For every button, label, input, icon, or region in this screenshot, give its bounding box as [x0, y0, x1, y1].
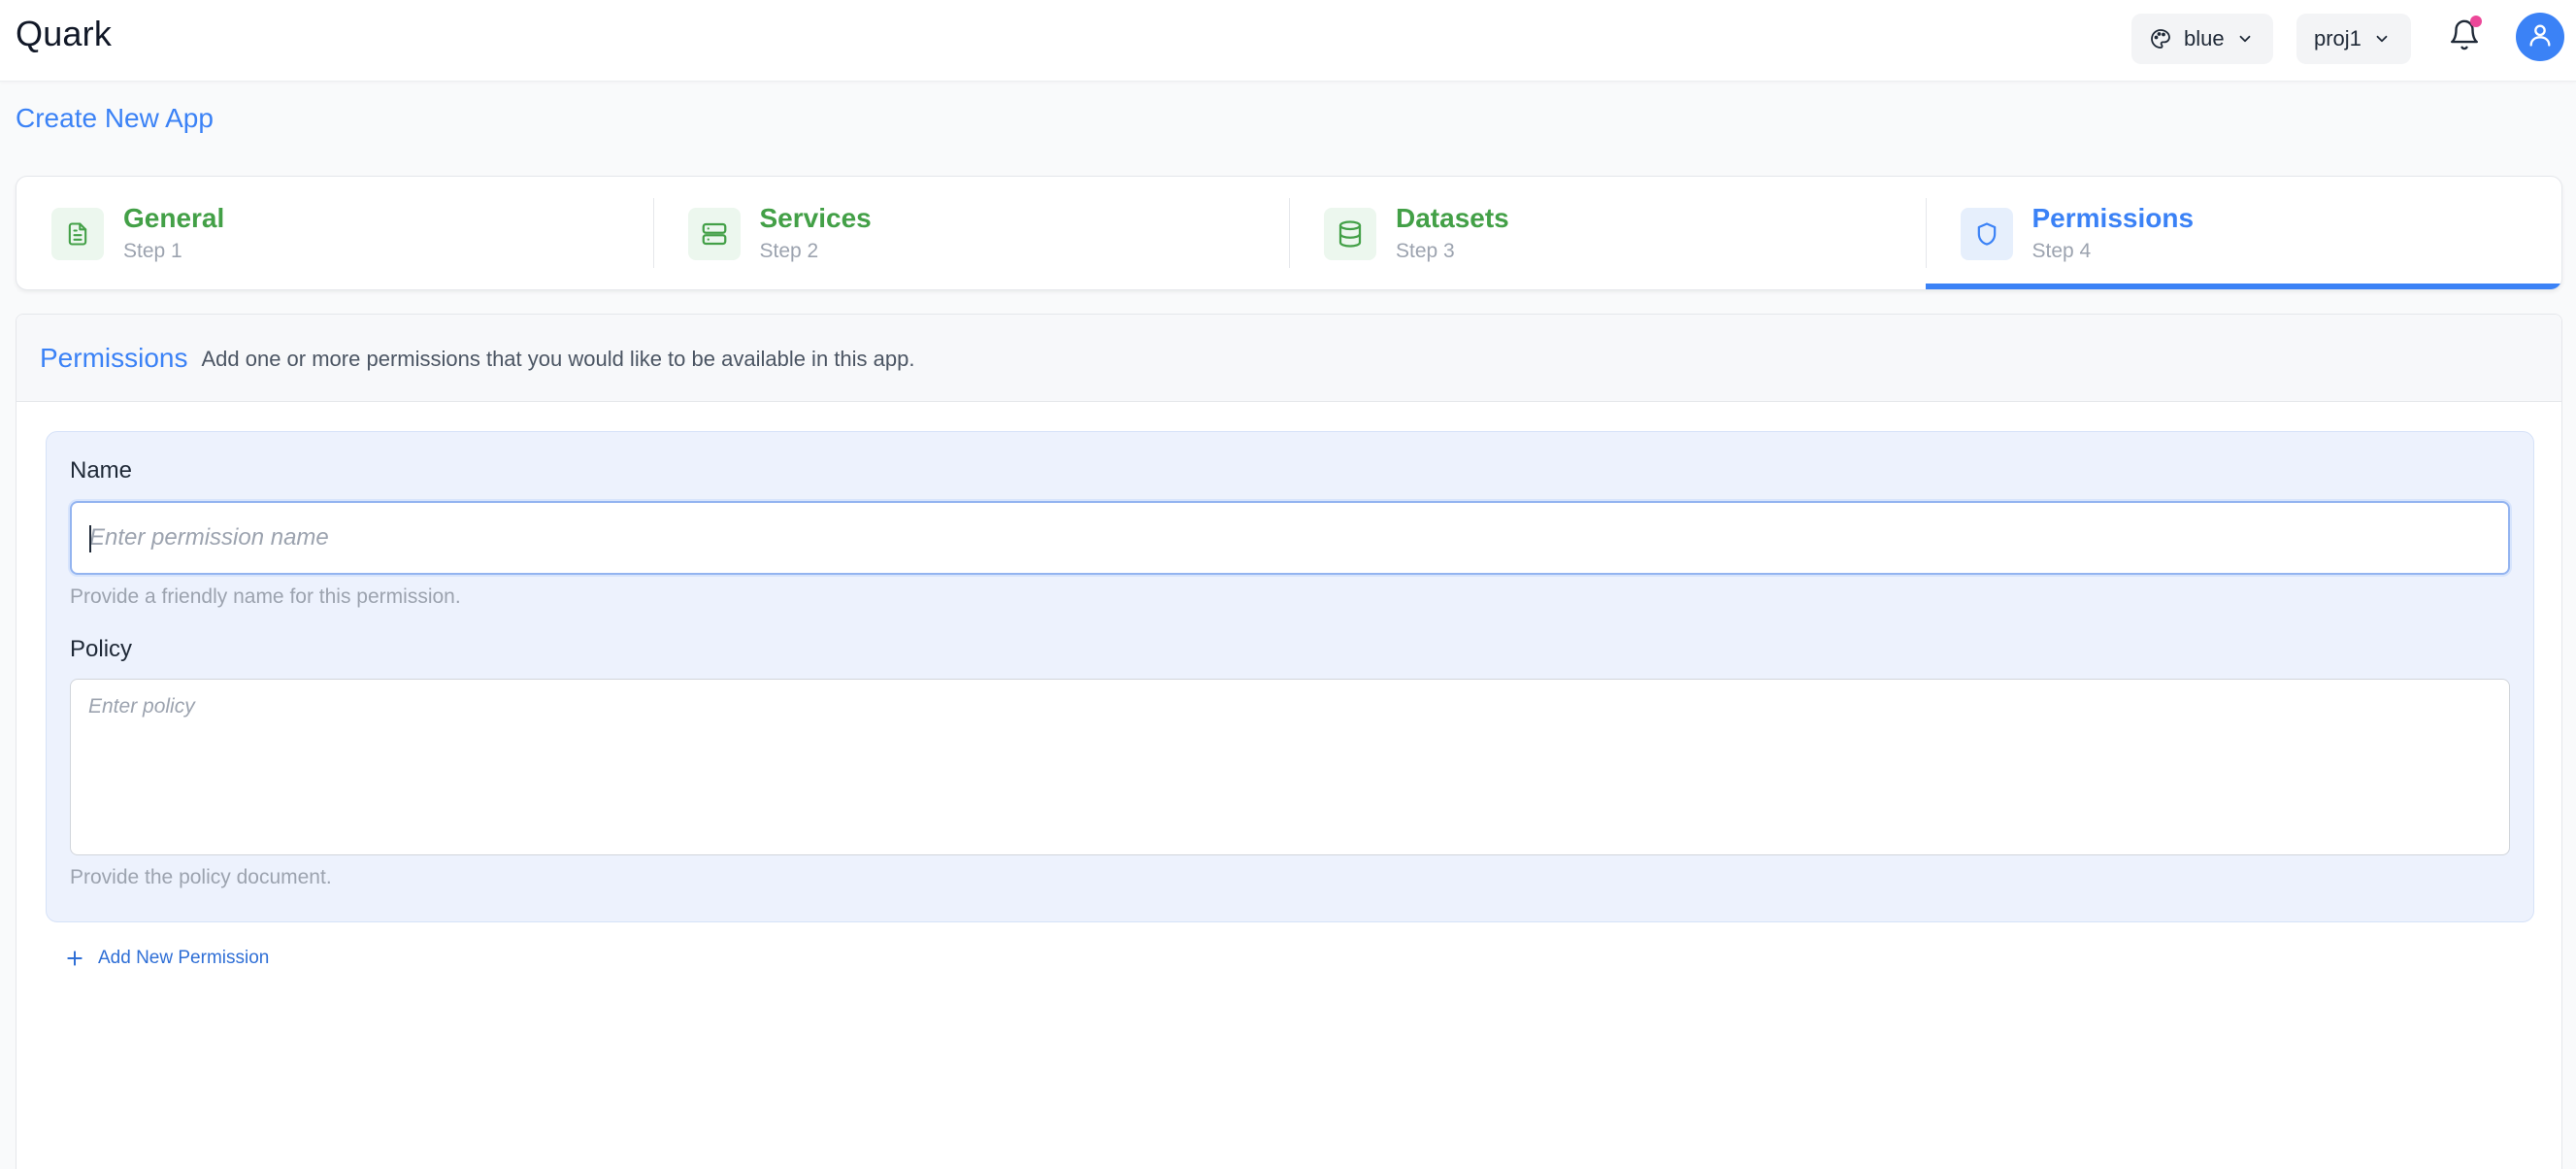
step-datasets[interactable]: Datasets Step 3: [1289, 177, 1926, 289]
step-permissions[interactable]: Permissions Step 4: [1925, 177, 2562, 289]
project-label: proj1: [2314, 26, 2361, 50]
panel-title: Permissions: [40, 342, 188, 373]
step-title: Datasets: [1396, 203, 1509, 233]
shield-icon: [1960, 208, 2013, 260]
policy-textarea[interactable]: [70, 679, 2510, 855]
step-subtitle: Step 2: [759, 240, 819, 262]
notifications-button[interactable]: [2445, 16, 2484, 58]
project-selector[interactable]: proj1: [2296, 14, 2411, 64]
user-avatar[interactable]: [2516, 13, 2564, 61]
document-icon: [51, 208, 104, 260]
theme-label: blue: [2184, 26, 2225, 50]
top-bar: Quark blue proj1: [0, 0, 2576, 82]
permission-card: Name Provide a friendly name for this pe…: [46, 431, 2534, 922]
wizard-stepper: General Step 1 Services Step 2 Datasets: [16, 176, 2562, 290]
text-caret: [89, 525, 91, 552]
policy-help-text: Provide the policy document.: [70, 866, 332, 888]
step-services[interactable]: Services Step 2: [652, 177, 1290, 289]
name-help-text: Provide a friendly name for this permiss…: [70, 585, 461, 608]
brand-logo[interactable]: Quark: [16, 14, 112, 54]
step-subtitle: Step 4: [2031, 240, 2092, 262]
policy-label: Policy: [70, 636, 133, 662]
user-icon: [2526, 21, 2554, 53]
database-icon: [1324, 208, 1376, 260]
step-general[interactable]: General Step 1: [17, 177, 653, 289]
notification-dot: [2470, 16, 2482, 27]
permission-name-input[interactable]: [70, 501, 2510, 575]
name-label: Name: [70, 457, 133, 484]
plus-icon: [65, 949, 84, 968]
permissions-panel: Permissions Add one or more permissions …: [16, 314, 2562, 1169]
step-subtitle: Step 3: [1396, 240, 1455, 262]
server-icon: [687, 208, 741, 260]
step-title: Permissions: [2031, 203, 2195, 233]
step-title: General: [123, 203, 225, 233]
panel-header: Permissions Add one or more permissions …: [17, 315, 2561, 402]
panel-description: Add one or more permissions that you wou…: [201, 347, 915, 371]
step-title: Services: [759, 203, 872, 233]
add-new-permission-button[interactable]: Add New Permission: [65, 948, 269, 969]
chevron-down-icon: [2373, 30, 2391, 48]
add-new-permission-label: Add New Permission: [98, 948, 270, 968]
chevron-down-icon: [2236, 30, 2254, 48]
step-subtitle: Step 1: [123, 240, 182, 262]
theme-selector[interactable]: blue: [2131, 14, 2273, 64]
palette-icon: [2149, 27, 2172, 50]
page-title: Create New App: [16, 103, 214, 133]
